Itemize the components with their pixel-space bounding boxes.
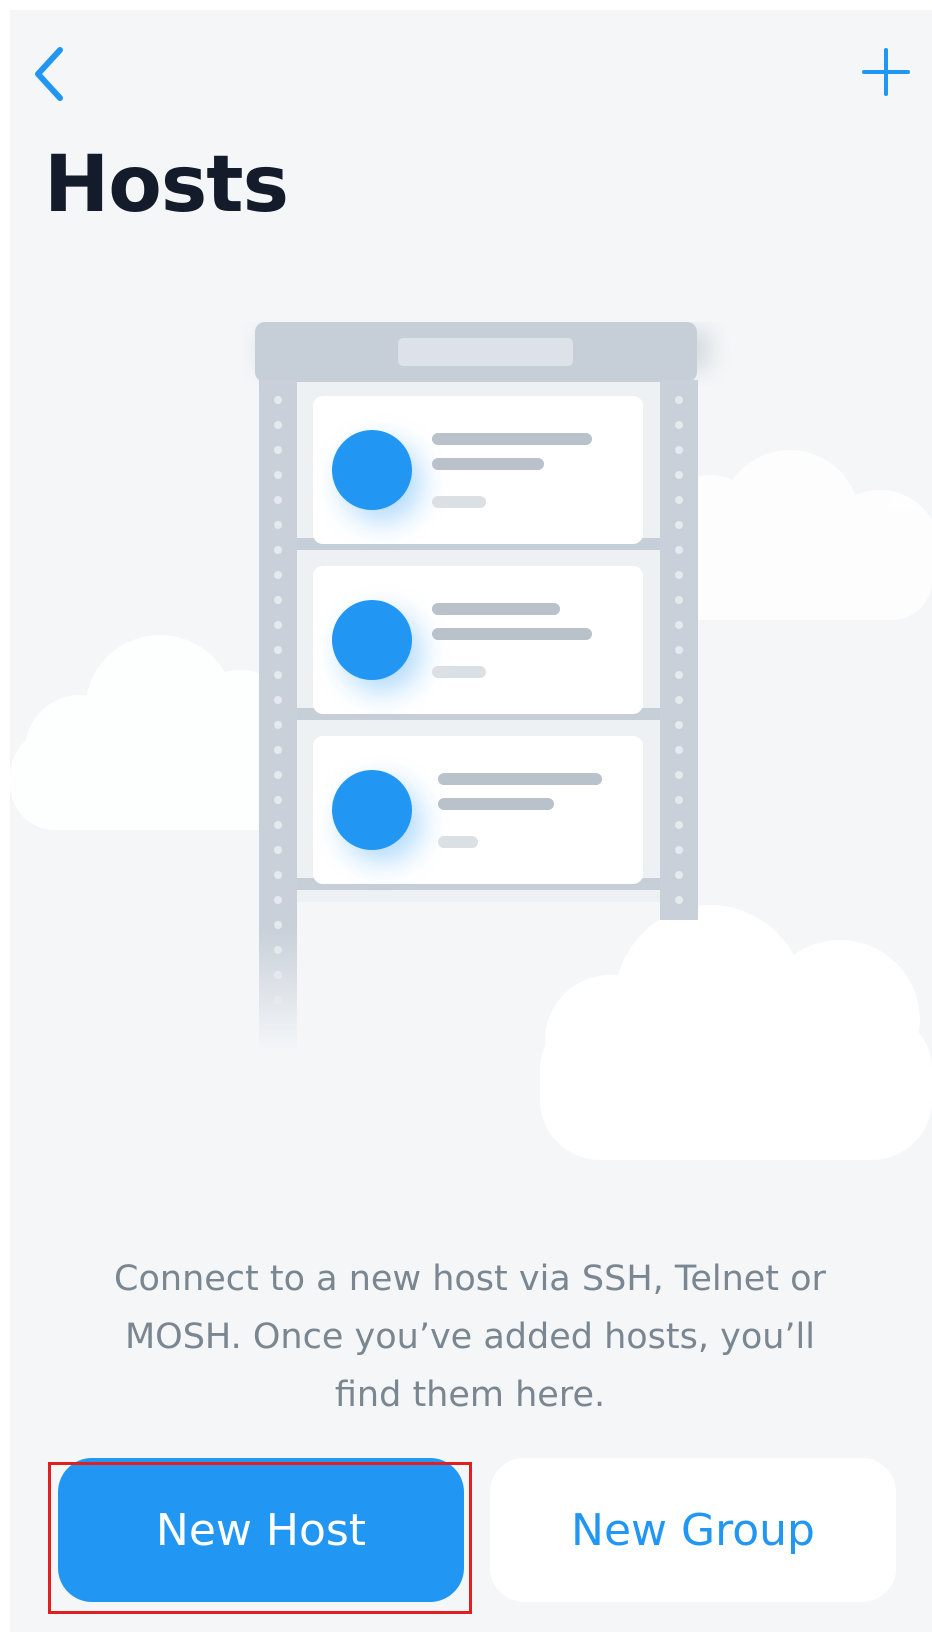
host-card (313, 396, 643, 544)
new-group-button[interactable]: New Group (490, 1458, 896, 1602)
empty-state-message: Connect to a new host via SSH, Telnet or… (114, 1259, 826, 1415)
host-card (313, 566, 643, 714)
server-rack-illustration (10, 322, 932, 1160)
new-group-label: New Group (571, 1504, 815, 1556)
new-host-label: New Host (155, 1504, 367, 1556)
cloud-right-bottom (540, 905, 932, 1160)
host-card (313, 736, 643, 884)
hosts-screen: Hosts Connect to a new host via SSH, Tel… (10, 10, 932, 1632)
new-host-button[interactable]: New Host (58, 1458, 464, 1602)
